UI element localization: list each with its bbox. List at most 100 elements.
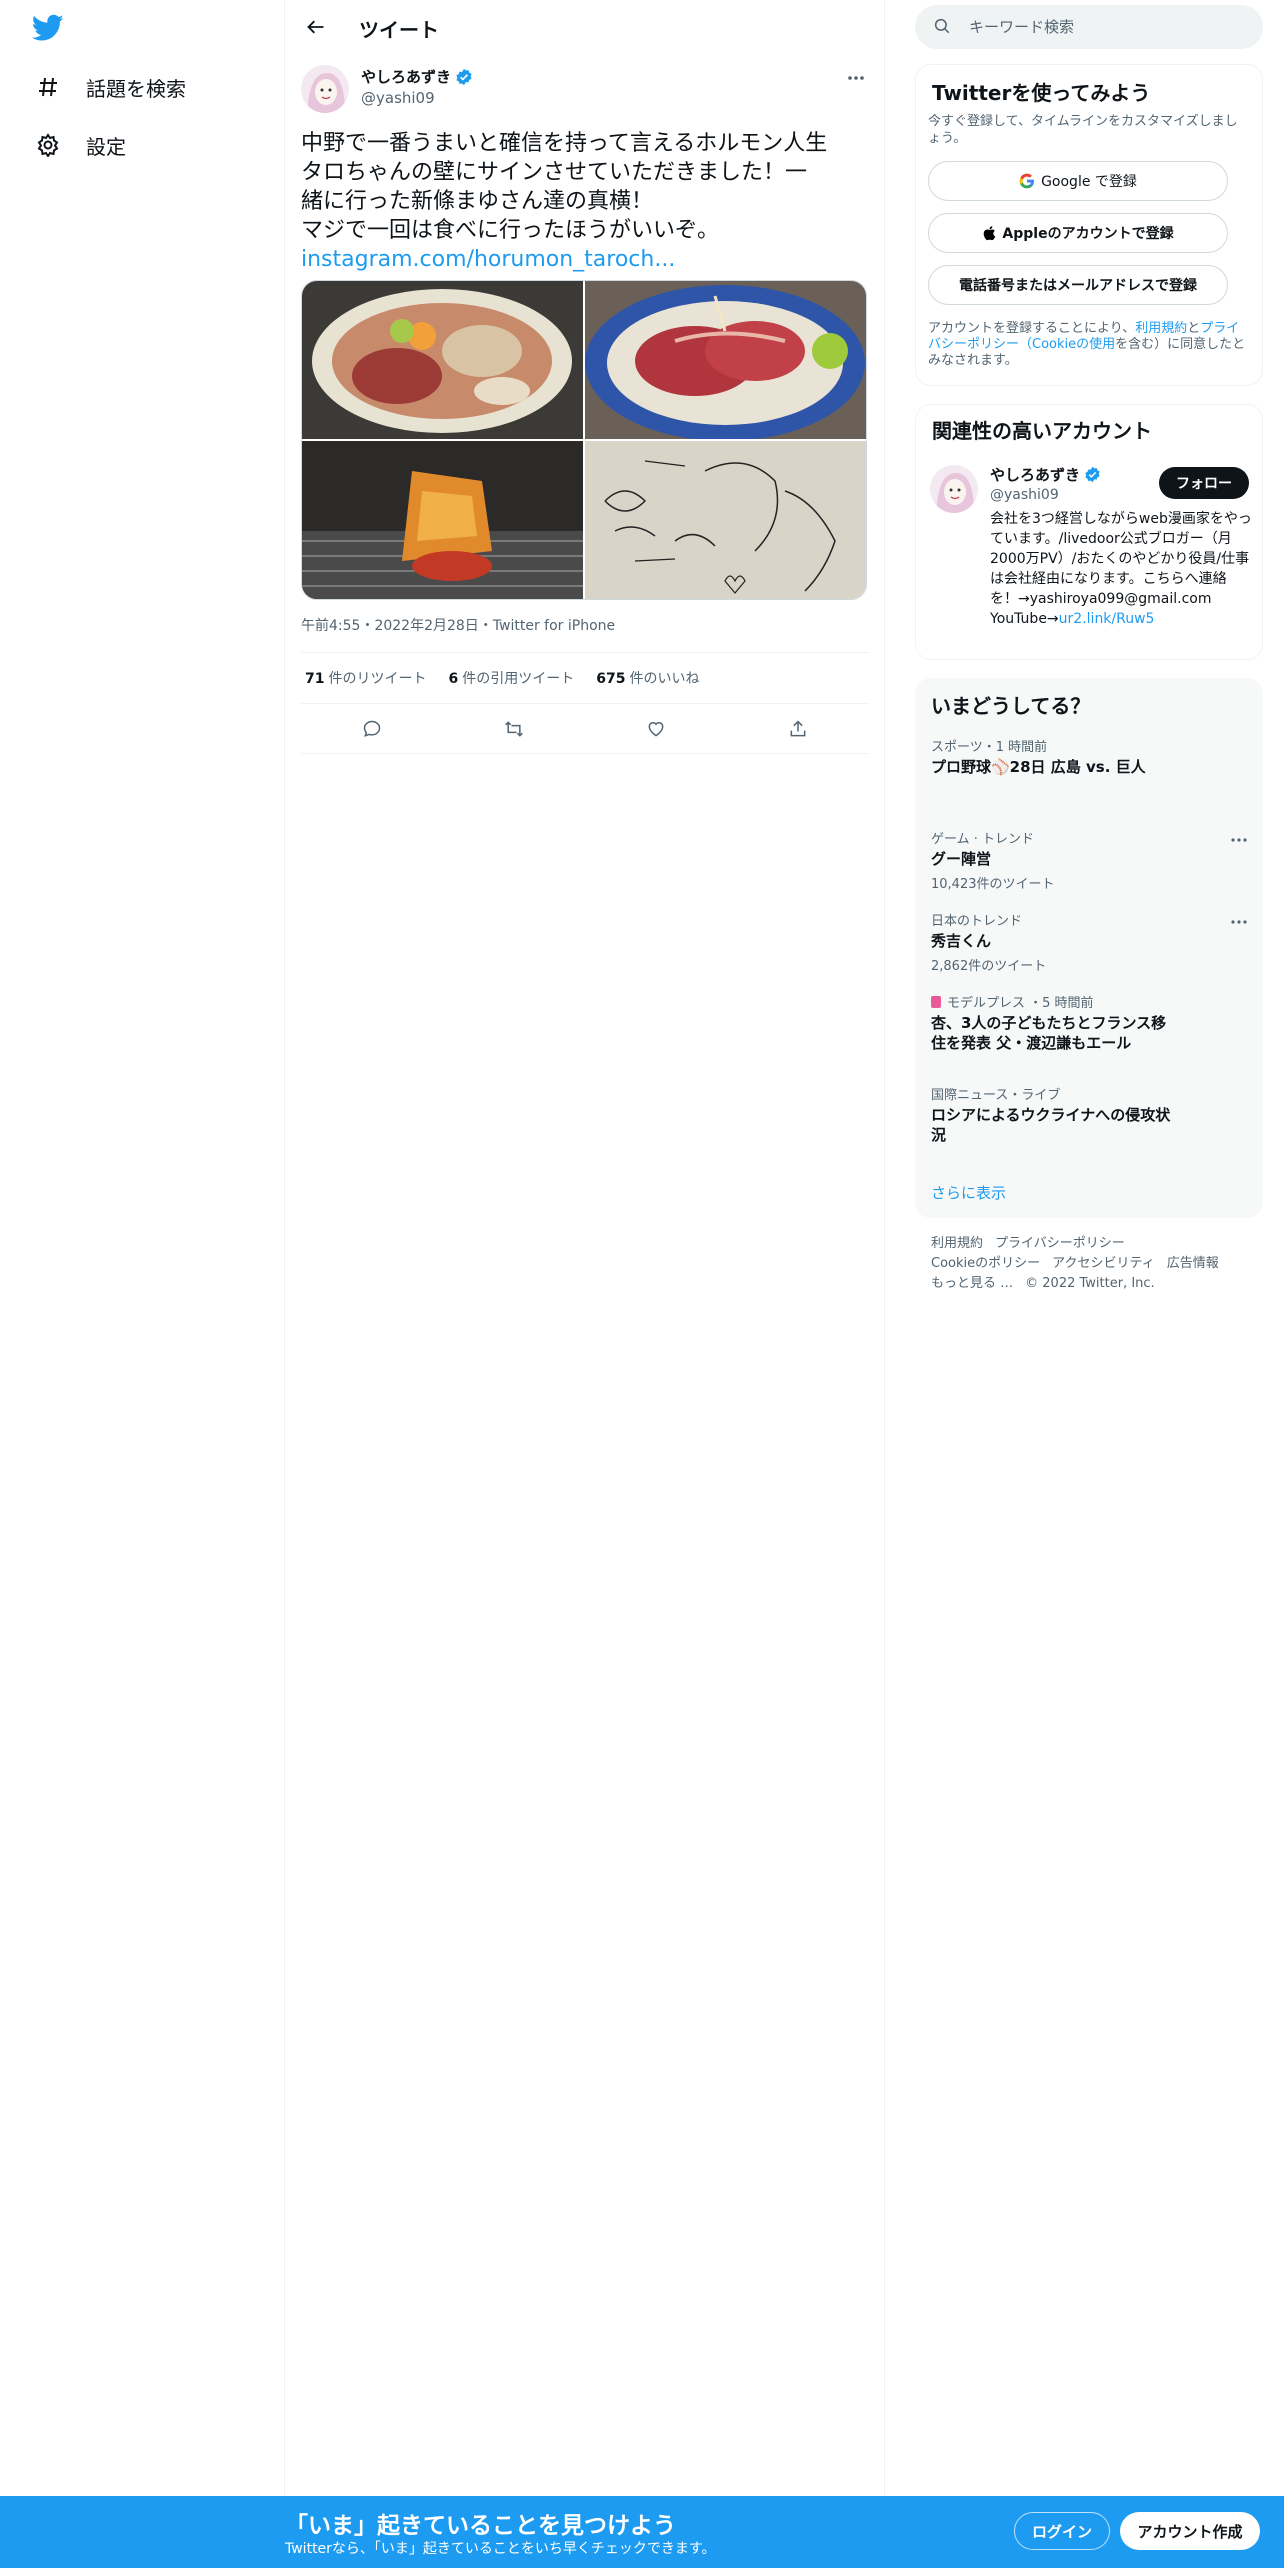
- related-bio-link[interactable]: ur2.link/Ruw5: [1059, 611, 1155, 627]
- trend-name: ロシアによるウクライナへの侵攻状況: [931, 1106, 1171, 1144]
- follow-button[interactable]: フォロー: [1159, 467, 1249, 499]
- trend-name: 杏、3人の子どもたちとフランス移住を発表 父・渡辺謙もエール: [931, 1014, 1167, 1052]
- related-name-text: やしろあずき: [990, 466, 1081, 484]
- likes-label: 件のいいね: [629, 671, 700, 687]
- related-name[interactable]: やしろあずき: [990, 464, 1102, 485]
- share-icon[interactable]: [780, 711, 816, 747]
- nav-settings[interactable]: 設定: [34, 123, 126, 167]
- search-icon: [933, 17, 953, 37]
- trend-meta: モデルプレス ・5 時間前: [931, 992, 1181, 1011]
- bottom-bar-title: 「いま」起きていることを見つけよう: [285, 2513, 676, 2539]
- retweets-stat[interactable]: 71 件のリツイート: [305, 668, 426, 688]
- bottom-bar-subtitle: Twitterなら、「いま」起きていることをいち早くチェックできます。: [285, 2541, 716, 2557]
- google-signup-button[interactable]: Google で登録: [928, 161, 1228, 201]
- trend-count: 2,862件のツイート: [931, 959, 1047, 974]
- footer-link[interactable]: Cookieのポリシー: [931, 1256, 1040, 1271]
- photo-3[interactable]: [302, 441, 583, 599]
- author-avatar[interactable]: [301, 65, 349, 113]
- verified-badge-icon: [1084, 466, 1102, 484]
- related-accounts-card: 関連性の高いアカウント やしろあずき @yashi09 フォロー 会社を3つ経営…: [915, 404, 1263, 660]
- login-button[interactable]: ログイン: [1014, 2512, 1110, 2550]
- create-account-button[interactable]: アカウント作成: [1120, 2512, 1260, 2550]
- footer-link[interactable]: 広告情報: [1167, 1256, 1219, 1271]
- footer-link[interactable]: プライバシーポリシー: [995, 1236, 1125, 1251]
- phone-signup-button[interactable]: 電話番号またはメールアドレスで登録: [928, 265, 1228, 305]
- trends-title: いまどうしてる？: [931, 694, 1091, 718]
- nav-settings-label: 設定: [86, 134, 126, 159]
- page-title: ツイート: [359, 18, 439, 42]
- stats-row: 71 件のリツイート 6 件の引用ツイート 675 件のいいね: [301, 652, 869, 704]
- trend-more-icon[interactable]: [1227, 830, 1251, 850]
- trend-item[interactable]: スポーツ・1 時間前 プロ野球⚾28日 広島 vs. 巨人: [931, 736, 1251, 777]
- tweet-meta: 午前4:55・2022年2月28日・Twitter for iPhone: [301, 618, 616, 634]
- cookie-link[interactable]: （Cookieの使用: [1019, 337, 1115, 352]
- verified-badge-icon: [455, 68, 473, 86]
- nav-explore[interactable]: 話題を検索: [34, 65, 186, 109]
- trend-item[interactable]: 国際ニュース・ライブ ロシアによるウクライナへの侵攻状況: [931, 1084, 1181, 1145]
- terms-mid: と: [1187, 321, 1201, 336]
- retweets-count: 71: [305, 671, 325, 687]
- author-handle[interactable]: @yashi09: [361, 89, 435, 107]
- trend-meta-text: モデルプレス ・5 時間前: [947, 996, 1094, 1011]
- tweet-text-line: タロちゃんの壁にサインさせていただきました！一: [301, 160, 808, 185]
- more-options-icon[interactable]: [844, 66, 868, 90]
- apple-icon: [982, 225, 996, 241]
- gear-icon: [34, 131, 62, 159]
- trend-meta: 日本のトレンド: [931, 914, 1023, 929]
- tweet-text: 中野で一番うまいと確信を持って言えるホルモン人生 タロちゃんの壁にサインさせてい…: [301, 129, 871, 274]
- footer-link[interactable]: アクセシビリティ: [1052, 1256, 1155, 1271]
- footer-link[interactable]: もっと見る …: [931, 1276, 1013, 1291]
- trend-more-icon[interactable]: [1227, 912, 1251, 932]
- terms-pre: アカウントを登録することにより、: [928, 321, 1136, 336]
- trend-item[interactable]: ゲーム · トレンド グー陣営 10,423件のツイート: [931, 828, 1251, 892]
- photo-4[interactable]: [585, 441, 866, 599]
- back-arrow-icon[interactable]: [299, 10, 333, 44]
- author-name[interactable]: やしろあずき: [361, 66, 473, 87]
- trend-name: プロ野球⚾28日 広島 vs. 巨人: [931, 758, 1146, 776]
- terms-text: アカウントを登録することにより、利用規約とプライバシーポリシー（Cookieの使…: [928, 321, 1250, 369]
- retweet-icon[interactable]: [496, 711, 532, 747]
- likes-stat[interactable]: 675 件のいいね: [596, 668, 699, 688]
- tweet-text-line: 緒に行った新條まゆさん達の真横！: [301, 189, 654, 214]
- hashtag-icon: [34, 73, 62, 101]
- left-nav: 話題を検索 設定: [0, 0, 285, 2496]
- photo-2[interactable]: [585, 281, 866, 439]
- like-icon[interactable]: [638, 711, 674, 747]
- trend-item[interactable]: 日本のトレンド 秀吉くん 2,862件のツイート: [931, 910, 1251, 974]
- related-avatar[interactable]: [930, 465, 978, 513]
- nav-explore-label: 話題を検索: [86, 76, 186, 101]
- copyright: © 2022 Twitter, Inc.: [1025, 1276, 1155, 1291]
- search-input[interactable]: [969, 18, 1249, 36]
- trend-item[interactable]: モデルプレス ・5 時間前 杏、3人の子どもたちとフランス移住を発表 父・渡辺謙…: [931, 992, 1181, 1053]
- related-bio-text: 会社を3つ経営しながらweb漫画家をやっています。/livedoor公式ブロガー…: [990, 511, 1252, 627]
- main-header: ツイート: [285, 0, 885, 53]
- reply-icon[interactable]: [354, 711, 390, 747]
- tweet-link[interactable]: instagram.com/horumon_taroch...: [301, 247, 675, 272]
- twitter-bird-icon[interactable]: [31, 14, 64, 42]
- footer-link[interactable]: 利用規約: [931, 1236, 983, 1251]
- trend-meta: ゲーム · トレンド: [931, 832, 1035, 847]
- trend-name: グー陣営: [931, 850, 992, 868]
- tweet-text-line: 中野で一番うまいと確信を持って言えるホルモン人生: [301, 131, 828, 156]
- right-sidebar: Twitterを使ってみよう 今すぐ登録して、タイムラインをカスタマイズしましょ…: [885, 0, 1284, 2496]
- google-signup-label: Google で登録: [1041, 174, 1137, 190]
- trends-card: いまどうしてる？ スポーツ・1 時間前 プロ野球⚾28日 広島 vs. 巨人 ゲ…: [915, 678, 1263, 1218]
- apple-signup-button[interactable]: Appleのアカウントで登録: [928, 213, 1228, 253]
- terms-link[interactable]: 利用規約: [1135, 321, 1187, 336]
- trend-meta: スポーツ・1 時間前: [931, 740, 1048, 755]
- photo-1[interactable]: [302, 281, 583, 439]
- search-bar[interactable]: [915, 5, 1263, 49]
- google-icon: [1019, 173, 1035, 189]
- likes-count: 675: [596, 671, 626, 687]
- show-more-link[interactable]: さらに表示: [931, 1182, 1006, 1203]
- trend-count: 10,423件のツイート: [931, 877, 1055, 892]
- author-name-text: やしろあずき: [361, 68, 452, 86]
- related-bio: 会社を3つ経営しながらweb漫画家をやっています。/livedoor公式ブロガー…: [990, 509, 1252, 629]
- signup-title: Twitterを使ってみよう: [932, 81, 1151, 105]
- phone-signup-label: 電話番号またはメールアドレスで登録: [959, 278, 1197, 294]
- related-title: 関連性の高いアカウント: [932, 419, 1152, 443]
- quotes-label: 件の引用ツイート: [462, 671, 575, 687]
- main-column: ツイート やしろあずき @yashi09 中野で一番うまいと確信を持って言えるホ…: [285, 0, 885, 2496]
- tweet-text-line: マジで一回は食べに行ったほうがいいぞ。: [301, 218, 720, 243]
- quotes-stat[interactable]: 6 件の引用ツイート: [448, 668, 574, 688]
